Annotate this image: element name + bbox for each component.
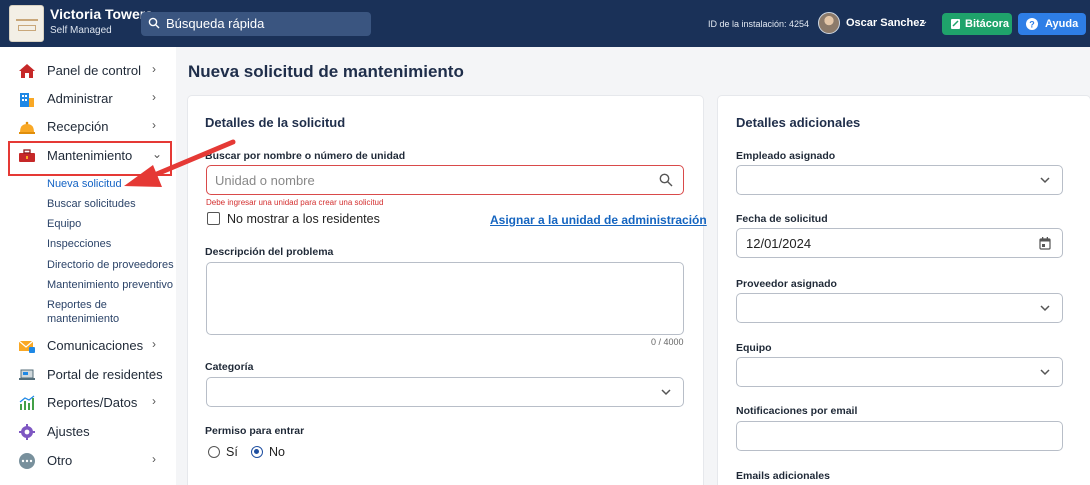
sidebar-item-portal[interactable]: Portal de residentes › (0, 362, 176, 388)
chevron-right-icon: › (152, 62, 156, 76)
chevron-right-icon: › (152, 394, 156, 408)
sidebar-item-ajustes[interactable]: Ajustes (0, 419, 176, 445)
chevron-down-icon[interactable]: ⌄ (920, 16, 928, 27)
sidebar-item-label: Otro (47, 453, 73, 468)
sidebar-item-recepcion[interactable]: Recepción › (0, 114, 176, 140)
sidebar: Panel de control › Administrar › Recepci… (0, 47, 176, 485)
property-name[interactable]: Victoria Towers (50, 6, 153, 22)
permission-yes-radio[interactable] (208, 446, 220, 458)
request-date-input[interactable]: 12/01/2024 (736, 228, 1063, 258)
sidebar-item-panel[interactable]: Panel de control › (0, 58, 176, 84)
additional-emails-label: Emails adicionales (736, 470, 830, 482)
request-details-title: Detalles de la solicitud (205, 115, 346, 130)
chevron-down-icon (661, 389, 671, 396)
chevron-down-icon (1040, 305, 1050, 312)
envelope-icon (18, 340, 35, 353)
house-icon (19, 64, 35, 78)
svg-text:?: ? (1029, 19, 1035, 29)
sidebar-subitem-equipo[interactable]: Equipo (47, 218, 81, 230)
bitacora-button[interactable]: Bitácora (942, 13, 1012, 35)
annotation-highlight-box (8, 141, 172, 176)
sidebar-subitem-reportes-cont[interactable]: mantenimiento (47, 313, 119, 325)
assigned-vendor-select[interactable] (736, 293, 1063, 323)
unit-search-placeholder: Unidad o nombre (215, 173, 315, 188)
help-button[interactable]: ? Ayuda (1018, 13, 1086, 35)
chart-icon (19, 395, 35, 410)
request-date-value: 12/01/2024 (746, 236, 812, 251)
hide-residents-checkbox[interactable] (207, 212, 220, 225)
bitacora-label: Bitácora (965, 18, 1010, 30)
quick-search-input[interactable]: Búsqueda rápida (141, 12, 371, 36)
chevron-down-icon (1040, 369, 1050, 376)
equipment-select[interactable] (736, 357, 1063, 387)
user-avatar[interactable] (818, 12, 840, 34)
additional-details-title: Detalles adicionales (736, 115, 861, 130)
chevron-right-icon: › (152, 366, 156, 380)
problem-description-textarea[interactable] (206, 262, 684, 335)
sidebar-subitem-preventivo[interactable]: Mantenimiento preventivo (47, 279, 173, 291)
sidebar-subitem-directorio[interactable]: Directorio de proveedores (47, 259, 174, 271)
calendar-icon[interactable] (1038, 236, 1052, 250)
sidebar-subitem-nueva-solicitud[interactable]: Nueva solicitud (47, 178, 122, 190)
sidebar-item-reportes[interactable]: Reportes/Datos › (0, 390, 176, 416)
category-select[interactable] (206, 377, 684, 407)
user-name[interactable]: Oscar Sanchez (846, 17, 925, 29)
unit-error-message: Debe ingresar una unidad para crear una … (206, 198, 384, 207)
help-label: Ayuda (1045, 18, 1079, 30)
chevron-right-icon: › (152, 337, 156, 351)
installation-id: ID de la instalación: 4254 (708, 19, 810, 29)
search-icon (659, 173, 673, 187)
sidebar-item-label: Portal de residentes (47, 367, 163, 382)
category-label: Categoría (205, 361, 254, 373)
sidebar-subitem-inspecciones[interactable]: Inspecciones (47, 238, 111, 250)
property-logo[interactable] (9, 5, 44, 42)
permission-no-label: No (269, 445, 285, 459)
equipment-label: Equipo (736, 342, 772, 354)
page-title: Nueva solicitud de mantenimiento (188, 62, 464, 81)
unit-search-label: Buscar por nombre o número de unidad (205, 150, 406, 162)
building-icon (20, 93, 34, 107)
sidebar-subitem-reportes[interactable]: Reportes de (47, 299, 107, 311)
assigned-employee-label: Empleado asignado (736, 150, 836, 162)
chevron-right-icon: › (152, 118, 156, 132)
entry-permission-label: Permiso para entrar (205, 425, 305, 437)
assigned-employee-select[interactable] (736, 165, 1063, 195)
sidebar-item-label: Ajustes (47, 424, 90, 439)
assign-admin-unit-link[interactable]: Asignar a la unidad de administración (490, 213, 707, 227)
email-notifications-input[interactable] (736, 421, 1063, 451)
permission-yes-label: Sí (226, 445, 238, 459)
question-icon: ? (1026, 18, 1038, 30)
sidebar-subitem-buscar-solicitudes[interactable]: Buscar solicitudes (47, 198, 136, 210)
property-subtitle: Self Managed (50, 25, 112, 36)
sidebar-item-administrar[interactable]: Administrar › (0, 86, 176, 112)
email-notifications-label: Notificaciones por email (736, 405, 858, 417)
assigned-vendor-label: Proveedor asignado (736, 278, 837, 290)
top-bar: Victoria Towers Self Managed Búsqueda rá… (0, 0, 1090, 47)
bell-icon (19, 121, 35, 134)
char-counter: 0 / 4000 (651, 337, 684, 347)
hide-residents-label: No mostrar a los residentes (227, 212, 380, 226)
chevron-right-icon: › (152, 90, 156, 104)
edit-icon (951, 19, 960, 29)
dots-icon (19, 453, 35, 469)
problem-description-label: Descripción del problema (205, 246, 334, 258)
search-icon (148, 17, 160, 29)
sidebar-item-comunicaciones[interactable]: Comunicaciones › (0, 333, 176, 359)
unit-search-input[interactable]: Unidad o nombre (206, 165, 684, 195)
sidebar-item-label: Administrar (47, 91, 113, 106)
gear-icon (19, 424, 35, 440)
sidebar-item-label: Reportes/Datos (47, 395, 138, 410)
permission-no-radio[interactable] (251, 446, 263, 458)
chevron-right-icon: › (152, 452, 156, 466)
sidebar-item-label: Recepción (47, 119, 109, 134)
laptop-icon (19, 369, 35, 380)
sidebar-item-label: Comunicaciones (47, 338, 144, 353)
sidebar-item-label: Panel de control (47, 63, 141, 78)
search-placeholder: Búsqueda rápida (166, 16, 265, 31)
sidebar-item-otro[interactable]: Otro › (0, 448, 176, 474)
chevron-down-icon (1040, 177, 1050, 184)
request-date-label: Fecha de solicitud (736, 213, 828, 225)
